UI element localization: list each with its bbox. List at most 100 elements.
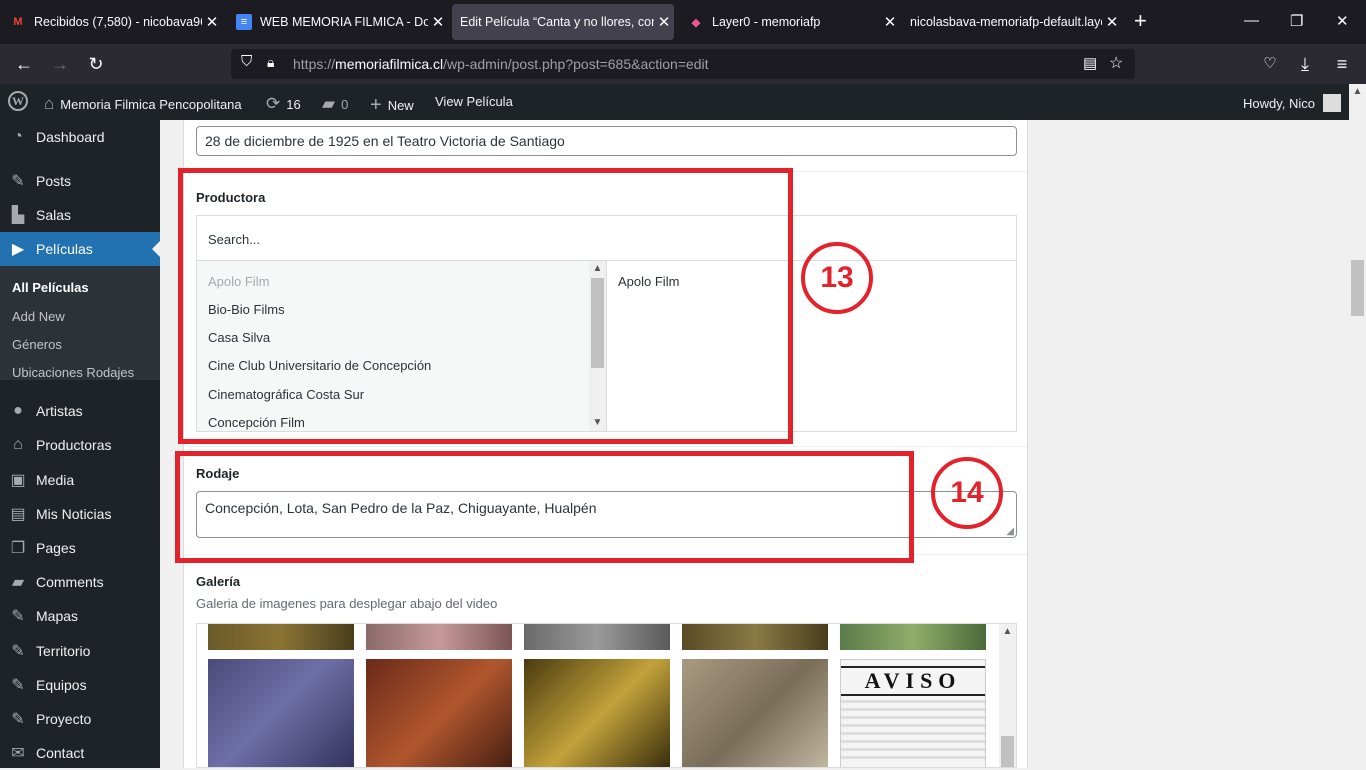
url-prefix: https:// [293, 56, 336, 72]
menu-label: Productoras [36, 437, 112, 453]
docs-icon: ≡ [236, 14, 252, 30]
browser-tab-gmail[interactable]: M Recibidos (7,580) - nicobava96@ ✕ [0, 4, 222, 40]
scroll-up-icon[interactable]: ▲ [1349, 86, 1366, 97]
menu-icon[interactable]: ≡ [1330, 52, 1354, 76]
close-icon[interactable]: ✕ [202, 13, 222, 31]
url-bar[interactable]: ⛉ 🔒︎ https://memoriafilmica.cl/wp-admin/… [231, 49, 1135, 79]
menu-label: Películas [36, 241, 93, 257]
menu-label: Proyecto [36, 711, 92, 727]
annotation-badge-13: 13 [801, 242, 873, 314]
gallery-thumbnail[interactable] [524, 624, 670, 650]
menu-peliculas[interactable]: ▶ Películas [0, 232, 160, 266]
menu-label: Mis Noticias [36, 506, 112, 522]
browser-tab-bar: M Recibidos (7,580) - nicobava96@ ✕ ≡ WE… [0, 0, 1366, 44]
menu-mis-noticias[interactable]: ▤ Mis Noticias [0, 497, 160, 531]
lock-icon[interactable]: 🔒︎ [267, 54, 274, 71]
site-name-link[interactable]: ⌂ Memoria Filmica Pencopolitana [44, 94, 242, 114]
submenu-all-peliculas[interactable]: All Películas [12, 280, 89, 295]
menu-comments[interactable]: ▰ Comments [0, 565, 160, 599]
browser-tab-edit-pelicula[interactable]: Edit Película “Canta y no llores, cora ✕ [452, 4, 674, 40]
submenu-add-new[interactable]: Add New [12, 309, 65, 324]
annotation-box-14 [175, 451, 914, 563]
wordpress-logo-icon[interactable]: W [8, 91, 28, 111]
minimize-icon[interactable]: — [1244, 12, 1259, 29]
tab-title: Layer0 - memoriafp [712, 15, 821, 29]
view-pelicula-label: View Película [435, 94, 513, 109]
gallery-thumbnail[interactable] [366, 624, 512, 650]
browser-tab-layer0[interactable]: ◆ Layer0 - memoriafp ✕ [678, 4, 900, 40]
close-icon[interactable]: ✕ [880, 13, 900, 31]
reload-icon[interactable]: ↻ [84, 52, 108, 76]
view-pelicula-link[interactable]: View Película [435, 94, 513, 109]
pin-icon: ✎ [11, 677, 25, 694]
menu-posts[interactable]: ✎ Posts [0, 164, 160, 198]
shield-icon[interactable]: ⛉ [241, 53, 252, 70]
my-account-link[interactable]: Howdy, Nico [1243, 94, 1342, 112]
submenu-generos[interactable]: Géneros [12, 337, 62, 352]
menu-label: Comments [36, 574, 104, 590]
menu-territorio[interactable]: ✎ Territorio [0, 634, 160, 668]
new-content-link[interactable]: + New [370, 94, 414, 117]
avatar [1323, 94, 1342, 112]
menu-label: Contact [36, 745, 85, 761]
menu-proyecto[interactable]: ✎ Proyecto [0, 702, 160, 736]
comments-count: 0 [341, 96, 349, 112]
scrollbar-thumb[interactable] [1351, 260, 1364, 316]
media-icon: ▣ [10, 472, 26, 489]
resize-handle-icon[interactable]: ◢ [1006, 526, 1014, 537]
menu-contact[interactable]: ✉ Contact [0, 736, 160, 770]
close-icon[interactable]: ✕ [428, 13, 448, 31]
page-scrollbar[interactable]: ▲ [1349, 84, 1366, 768]
tab-title: nicolasbava-memoriafp-default.laye [910, 15, 1102, 29]
home-icon: ⌂ [44, 94, 55, 113]
gallery-thumbnail[interactable] [524, 659, 670, 767]
galeria-grid: AVISO ▲ [196, 623, 1017, 768]
dashboard-icon: ◔ [13, 128, 23, 145]
peliculas-submenu: All Películas Add New Géneros Ubicacione… [0, 266, 160, 380]
gallery-thumbnail[interactable] [208, 624, 354, 650]
close-icon[interactable]: ✕ [1102, 13, 1122, 31]
reader-view-icon[interactable]: ▤ [1083, 54, 1097, 72]
gallery-thumbnail[interactable] [366, 659, 512, 767]
menu-equipos[interactable]: ✎ Equipos [0, 668, 160, 702]
comments-link[interactable]: ▰ 0 [322, 94, 348, 114]
menu-pages[interactable]: ❐ Pages [0, 531, 160, 565]
forward-icon[interactable]: → [48, 52, 72, 76]
gallery-thumbnail[interactable] [840, 624, 986, 650]
menu-artistas[interactable]: ● Artistas [0, 394, 160, 428]
updates-link[interactable]: ⟳ 16 [266, 94, 301, 114]
back-icon[interactable]: ← [12, 52, 36, 76]
bookmark-star-icon[interactable]: ☆ [1109, 53, 1123, 73]
menu-label: Artistas [36, 403, 83, 419]
gallery-scrollbar[interactable]: ▲ [999, 624, 1016, 767]
gallery-thumbnail[interactable]: AVISO [840, 659, 986, 767]
gallery-thumbnail[interactable] [682, 624, 828, 650]
galeria-description: Galeria de imagenes para desplegar abajo… [196, 596, 498, 611]
estreno-field[interactable]: 28 de diciembre de 1925 en el Teatro Vic… [196, 126, 1017, 156]
gallery-thumbnail[interactable] [682, 659, 828, 767]
pocket-icon[interactable]: ♡ [1258, 52, 1282, 76]
pin-icon: ✎ [11, 711, 25, 728]
submenu-ubicaciones-rodajes[interactable]: Ubicaciones Rodajes [12, 365, 134, 380]
menu-dashboard[interactable]: ◔ Dashboard [0, 120, 160, 154]
gallery-thumbnail[interactable] [208, 659, 354, 767]
tab-title: Recibidos (7,580) - nicobava96@ [34, 15, 202, 29]
new-tab-icon[interactable]: + [1134, 10, 1147, 32]
scrollbar-thumb[interactable] [1001, 736, 1014, 767]
menu-label: Equipos [36, 677, 87, 693]
menu-salas[interactable]: ▙ Salas [0, 198, 160, 232]
close-icon[interactable]: ✕ [654, 13, 674, 31]
scroll-up-icon[interactable]: ▲ [999, 626, 1016, 637]
download-icon[interactable]: ⤓ [1293, 52, 1317, 76]
browser-tab-docs[interactable]: ≡ WEB MEMORIA FILMICA - Docu ✕ [226, 4, 448, 40]
window-close-icon[interactable]: ✕ [1336, 12, 1349, 30]
url-text[interactable]: https://memoriafilmica.cl/wp-admin/post.… [293, 56, 709, 72]
browser-tab-layer0-default[interactable]: nicolasbava-memoriafp-default.laye ✕ [900, 4, 1122, 40]
new-label: New [387, 98, 414, 113]
wp-admin-bar: W ⌂ Memoria Filmica Pencopolitana ⟳ 16 ▰… [0, 84, 1366, 120]
menu-productoras[interactable]: ⌂ Productoras [0, 428, 160, 462]
mail-icon: ✉ [11, 745, 25, 762]
menu-mapas[interactable]: ✎ Mapas [0, 599, 160, 633]
restore-icon[interactable]: ❐ [1290, 12, 1303, 30]
menu-media[interactable]: ▣ Media [0, 463, 160, 497]
